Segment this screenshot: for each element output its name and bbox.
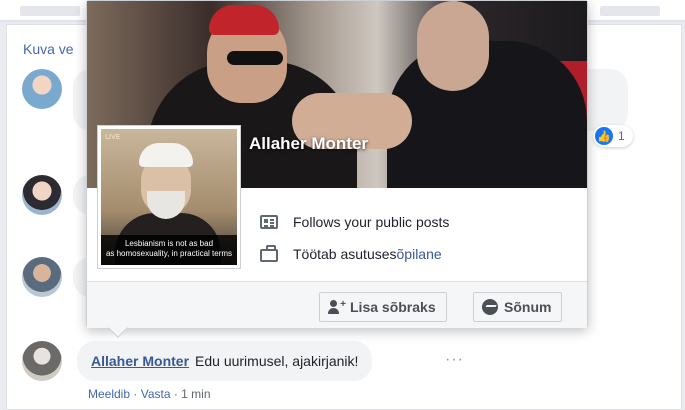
- separator: ·: [130, 387, 141, 401]
- caption-line: as homosexuality, in practical terms: [105, 249, 233, 258]
- cover-photo-detail: [227, 51, 283, 65]
- comment-actions: Meeldib · Vasta · 1 min: [88, 387, 211, 401]
- profile-picture-caption: Lesbianism is not as bad as homosexualit…: [101, 235, 237, 265]
- briefcase-icon: [259, 245, 279, 262]
- caption-line: Lesbianism is not as bad: [124, 239, 214, 248]
- comment-text: Edu uurimusel, ajakirjanik!: [195, 353, 359, 369]
- tv-watermark: LIVE: [105, 133, 121, 141]
- messenger-icon: [482, 299, 498, 315]
- profile-picture-detail: [139, 143, 193, 167]
- profile-hovercard: Allaher Monter LIVE Lesbianism is not as…: [86, 0, 588, 338]
- comment-timestamp[interactable]: 1 min: [181, 387, 210, 401]
- profile-picture-image: LIVE Lesbianism is not as bad as homosex…: [101, 129, 237, 265]
- like-link[interactable]: Meeldib: [88, 387, 130, 401]
- add-friend-label: Lisa sõbraks: [350, 299, 436, 315]
- cover-photo-detail: [417, 1, 489, 91]
- top-bar-placeholder: [20, 6, 80, 16]
- work-org-link[interactable]: õpilane: [397, 246, 442, 262]
- reaction-counter[interactable]: 👍 1: [593, 125, 633, 147]
- view-more-comments-link[interactable]: Kuva ve: [23, 41, 74, 57]
- more-options-icon[interactable]: ···: [445, 351, 464, 369]
- follows-row: Follows your public posts: [259, 206, 449, 238]
- avatar[interactable]: [22, 69, 62, 109]
- follows-text: Follows your public posts: [293, 214, 450, 230]
- top-bar-placeholder: [600, 6, 660, 16]
- add-friend-button[interactable]: + Lisa sõbraks: [319, 292, 447, 322]
- reaction-count: 1: [618, 129, 625, 143]
- reply-link[interactable]: Vasta: [141, 387, 171, 401]
- message-button[interactable]: Sõnum: [473, 292, 563, 322]
- comment-author-link[interactable]: Allaher Monter: [91, 353, 189, 369]
- cover-photo-detail: [209, 5, 279, 35]
- news-feed-icon: [259, 214, 279, 230]
- hovercard-footer: + Lisa sõbraks Sõnum: [87, 281, 587, 328]
- profile-picture[interactable]: LIVE Lesbianism is not as bad as homosex…: [97, 125, 241, 269]
- work-row: Töötab asutuses õpilane: [259, 238, 449, 270]
- commenter-avatar[interactable]: [22, 341, 62, 381]
- avatar[interactable]: [22, 175, 62, 215]
- message-label: Sõnum: [504, 299, 552, 315]
- like-thumb-icon: 👍: [595, 127, 613, 145]
- profile-name-link[interactable]: Allaher Monter: [249, 134, 368, 154]
- comment-bubble: Allaher Monter Edu uurimusel, ajakirjani…: [77, 341, 373, 381]
- profile-info: Follows your public posts Töötab asutuse…: [259, 206, 449, 270]
- avatar[interactable]: [22, 257, 62, 297]
- add-user-icon: +: [328, 300, 346, 314]
- separator: ·: [170, 387, 182, 401]
- work-text: Töötab asutuses: [293, 246, 397, 262]
